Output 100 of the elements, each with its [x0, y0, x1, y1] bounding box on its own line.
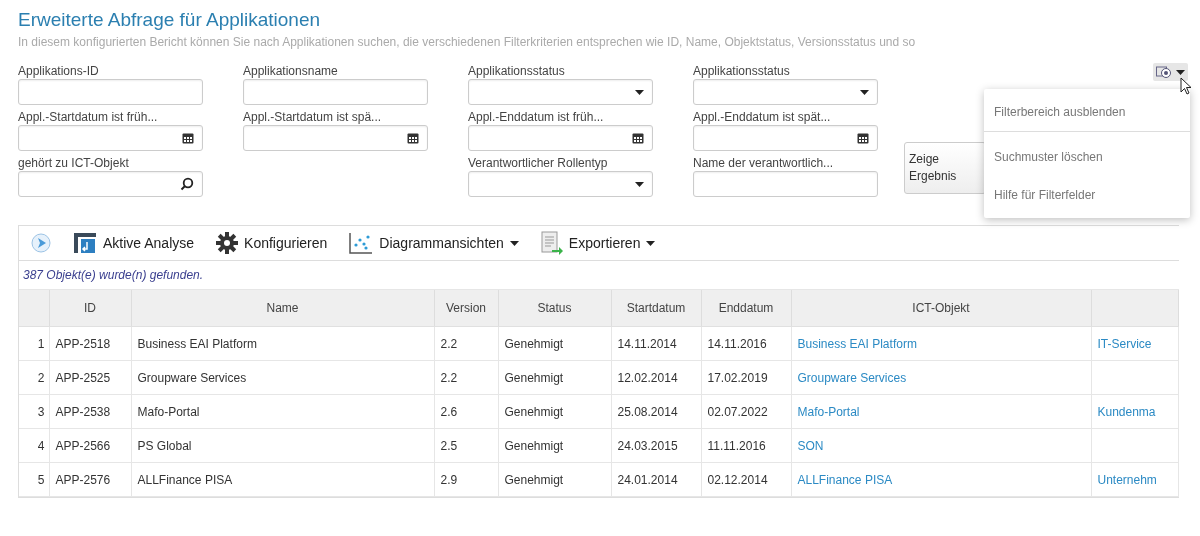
- table-cell: 2.2: [434, 326, 498, 361]
- date-field[interactable]: [468, 125, 653, 151]
- table-cell: 2.2: [434, 360, 498, 395]
- calendar-icon[interactable]: [182, 132, 194, 144]
- page-title: Erweiterte Abfrage für Applikationen: [18, 8, 322, 32]
- field-label: Appl.-Enddatum ist früh...: [468, 109, 605, 125]
- run-button[interactable]: [31, 233, 51, 253]
- toolbar-button[interactable]: Diagrammansichten: [349, 232, 519, 254]
- ict-object-link[interactable]: Mafo-Portal: [791, 394, 1091, 429]
- dropdown-field[interactable]: [468, 79, 653, 105]
- column-header[interactable]: ID: [49, 290, 131, 327]
- column-header[interactable]: Version: [434, 290, 498, 327]
- date-field[interactable]: [243, 125, 428, 151]
- table-cell: 02.07.2022: [701, 394, 791, 429]
- table-cell: Genehmigt: [498, 360, 611, 395]
- table-cell: 25.08.2014: [611, 394, 701, 429]
- lookup-field[interactable]: [18, 171, 203, 197]
- toolbar-button[interactable]: Exportieren: [540, 231, 656, 255]
- table-cell: 02.12.2014: [701, 462, 791, 497]
- date-field[interactable]: [693, 125, 878, 151]
- field-label: Name der verantwortlich...: [693, 155, 835, 171]
- show-results-button[interactable]: Zeige Ergebnis: [904, 142, 986, 194]
- field-label: Appl.-Startdatum ist früh...: [18, 109, 159, 125]
- column-header[interactable]: Name: [131, 290, 434, 327]
- field-label: Applikations-ID: [18, 63, 100, 79]
- calendar-icon[interactable]: [407, 132, 419, 144]
- scatter-chart-icon: [349, 232, 374, 254]
- table-cell: Groupware Services: [131, 360, 434, 395]
- table-cell: Genehmigt: [498, 394, 611, 429]
- ict-object-link[interactable]: ALLFinance PISA: [791, 462, 1091, 497]
- row-number: 4: [19, 428, 49, 463]
- settings-dropdown-button[interactable]: [1153, 63, 1188, 81]
- table-cell: Genehmigt: [498, 428, 611, 463]
- ict-object-link[interactable]: Business EAI Platform: [791, 326, 1091, 361]
- export-document-icon: [540, 231, 563, 255]
- description-text: In diesem konfigurierten Bericht können Sie nach Applikationen suchen, die verschiedenen Filterkriterien entsprechen wie ID, Name, Objektstatus, Versionsstatus und so: [18, 34, 917, 50]
- menu-item[interactable]: Suchmuster löschen: [984, 138, 1190, 176]
- toolbar-button[interactable]: Konfigurieren: [216, 232, 328, 254]
- column-header[interactable]: ICT-Objekt: [791, 290, 1091, 327]
- toolbar-button[interactable]: Aktive Analyse: [73, 232, 195, 254]
- table-cell: 11.11.2016: [701, 428, 791, 463]
- row-number: 1: [19, 326, 49, 361]
- ict-object-link[interactable]: Groupware Services: [791, 360, 1091, 395]
- table-cell: APP-2518: [49, 326, 131, 361]
- field-label: gehört zu ICT-Objekt: [18, 155, 130, 171]
- caret-icon: [1176, 69, 1185, 75]
- caret-icon: [635, 181, 644, 187]
- search-icon[interactable]: [180, 177, 194, 191]
- table-cell: 2.5: [434, 428, 498, 463]
- caret-icon: [860, 89, 869, 95]
- table-cell: 17.02.2019: [701, 360, 791, 395]
- caret-icon: [509, 240, 519, 246]
- table-cell: APP-2525: [49, 360, 131, 395]
- table-cell: Genehmigt: [498, 326, 611, 361]
- caret-icon: [646, 240, 656, 246]
- table-cell: Mafo-Portal: [131, 394, 434, 429]
- table-cell[interactable]: Kundenma: [1091, 394, 1179, 429]
- table-cell: 2.6: [434, 394, 498, 429]
- table-cell: 14.11.2016: [701, 326, 791, 361]
- text-field[interactable]: [693, 171, 878, 197]
- field-label: Applikationsstatus: [693, 63, 791, 79]
- field-label: Verantwortlicher Rollentyp: [468, 155, 609, 171]
- table-cell: 2.9: [434, 462, 498, 497]
- table-cell: Genehmigt: [498, 462, 611, 497]
- gear-icon: [216, 232, 239, 254]
- field-label: Appl.-Enddatum ist spät...: [693, 109, 832, 125]
- table-cell: PS Global: [131, 428, 434, 463]
- table-cell: 24.03.2015: [611, 428, 701, 463]
- menu-item[interactable]: Filterbereich ausblenden: [984, 93, 1190, 132]
- field-label: Applikationsstatus: [468, 63, 566, 79]
- table-cell: Business EAI Platform: [131, 326, 434, 361]
- row-number: 3: [19, 394, 49, 429]
- table-cell: 12.02.2014: [611, 360, 701, 395]
- table-cell[interactable]: Unternehm: [1091, 462, 1179, 497]
- text-field[interactable]: [243, 79, 428, 105]
- camera-gear-icon: [1156, 65, 1172, 79]
- table-cell: 14.11.2014: [611, 326, 701, 361]
- table-cell: ALLFinance PISA: [131, 462, 434, 497]
- table-cell[interactable]: IT-Service: [1091, 326, 1179, 361]
- text-field[interactable]: [18, 79, 203, 105]
- table-cell: APP-2566: [49, 428, 131, 463]
- column-header[interactable]: Startdatum: [611, 290, 701, 327]
- row-number: 5: [19, 462, 49, 497]
- dropdown-field[interactable]: [468, 171, 653, 197]
- table-cell: 24.01.2014: [611, 462, 701, 497]
- calendar-icon[interactable]: [857, 132, 869, 144]
- field-label: Appl.-Startdatum ist spä...: [243, 109, 383, 125]
- table-cell: APP-2538: [49, 394, 131, 429]
- menu-item[interactable]: Hilfe für Filterfelder: [984, 176, 1190, 214]
- column-header[interactable]: Status: [498, 290, 611, 327]
- calendar-icon[interactable]: [632, 132, 644, 144]
- table-cell: APP-2576: [49, 462, 131, 497]
- dropdown-field[interactable]: [693, 79, 878, 105]
- analysis-icon: [73, 232, 97, 254]
- column-header[interactable]: Enddatum: [701, 290, 791, 327]
- caret-icon: [635, 89, 644, 95]
- field-label: Applikationsname: [243, 63, 339, 79]
- date-field[interactable]: [18, 125, 203, 151]
- ict-object-link[interactable]: SON: [791, 428, 1091, 463]
- row-number: 2: [19, 360, 49, 395]
